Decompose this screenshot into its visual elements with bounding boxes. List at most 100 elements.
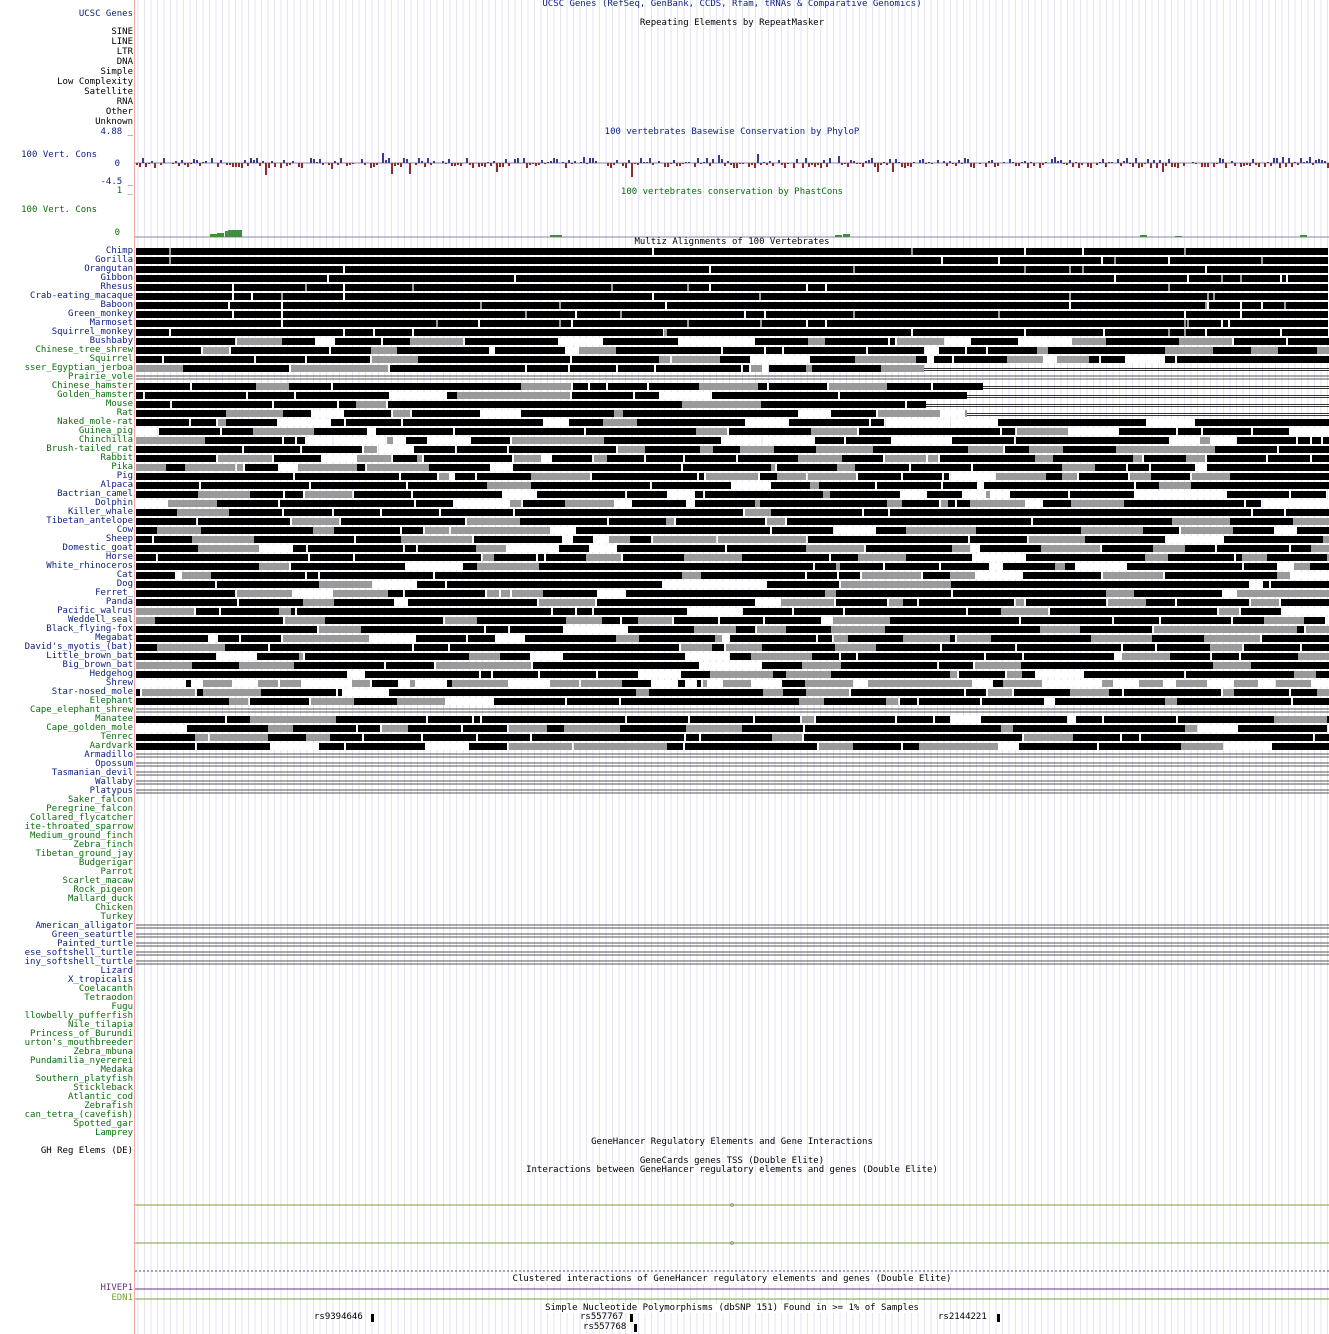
alignment-block [1301, 734, 1313, 741]
phylop-track-label[interactable]: 100 Vert. Cons [21, 151, 97, 160]
phylop-bar [262, 161, 264, 163]
alignment-block [1080, 680, 1102, 687]
alignment-block [825, 644, 835, 651]
genehancer-title[interactable]: GeneHancer Regulatory Elements and Gene … [591, 1138, 873, 1147]
phastcons-title[interactable]: 100 vertebrates conservation by PhastCon… [621, 188, 843, 197]
alignment-block [330, 734, 362, 741]
alignment-block [257, 500, 278, 507]
phastcons-track-label[interactable]: 100 Vert. Cons [21, 206, 97, 215]
phylop-bar [862, 163, 864, 167]
alignment-block [371, 347, 397, 354]
alignment-block [547, 725, 564, 732]
phylop-bar [1312, 163, 1314, 165]
alignment-block [499, 644, 549, 651]
snp-marker[interactable] [997, 1314, 1000, 1322]
alignment-block [136, 311, 1328, 318]
alignment-block [755, 599, 779, 606]
alignment-block [597, 590, 626, 597]
gene-label-edn1[interactable]: EDN1 [111, 1294, 133, 1303]
alignment-block [1294, 671, 1316, 678]
multiz-title[interactable]: Multiz Alignments of 100 Vertebrates [632, 238, 832, 247]
phylop-bar [1144, 163, 1146, 164]
species-label[interactable]: Lamprey [95, 1129, 133, 1138]
repeatmasker-title[interactable]: Repeating Elements by RepeatMasker [640, 19, 824, 28]
alignment-gap [281, 302, 283, 309]
alignment-block [541, 455, 550, 462]
alignment-block [314, 428, 367, 435]
phylop-bar [532, 163, 534, 164]
alignment-block [841, 662, 888, 669]
alignment-block [842, 455, 883, 462]
alignment-gap [343, 284, 345, 291]
snp-marker[interactable] [630, 1314, 633, 1322]
alignment-block [1130, 473, 1151, 480]
alignment-block [885, 626, 928, 633]
alignment-block [445, 698, 494, 705]
gene-label-hivep1[interactable]: HIVEP1 [100, 1284, 133, 1293]
alignment-block [136, 266, 1328, 273]
alignment-block [835, 527, 876, 534]
alignment-block [744, 464, 771, 471]
phylop-title[interactable]: 100 vertebrates Basewise Conservation by… [605, 128, 860, 137]
alignment-block [245, 464, 278, 471]
snp-label[interactable]: rs2144221 [938, 1313, 987, 1322]
alignment-block [455, 473, 475, 480]
alignment-block [1182, 563, 1187, 570]
alignment-block [864, 509, 888, 516]
clustered-interactions-title[interactable]: Clustered interactions of GeneHancer reg… [510, 1275, 954, 1284]
alignment-block [192, 383, 232, 390]
alignment-block [1177, 356, 1231, 363]
alignment-block [532, 653, 563, 660]
alignment-block [271, 662, 294, 669]
phylop-bar [529, 163, 531, 165]
track-data-area[interactable] [135, 0, 1329, 1334]
phylop-bar [694, 163, 696, 167]
alignment-block [926, 716, 933, 723]
snp-marker[interactable] [371, 1314, 374, 1322]
snp-marker[interactable] [634, 1324, 637, 1332]
alignment-block [709, 689, 763, 696]
alignment-block [1270, 464, 1329, 471]
alignment-block [1260, 356, 1316, 363]
alignment-block [463, 725, 467, 732]
genehancer-interactions-title[interactable]: Interactions between GeneHancer regulato… [526, 1166, 938, 1175]
alignment-block [455, 500, 510, 507]
snp-label[interactable]: rs557767 [580, 1313, 623, 1322]
alignment-block [923, 734, 949, 741]
phylop-bar [490, 163, 492, 166]
phylop-bar [697, 158, 699, 163]
phylop-bar [136, 163, 138, 165]
alignment-block [182, 572, 211, 579]
alignment-block [858, 473, 901, 480]
phylop-bar [238, 163, 240, 167]
genome-browser-image[interactable]: UCSC Genes SINE LINE LTR DNA Simple Low Compl… [0, 0, 1329, 1334]
alignment-gap [1069, 302, 1071, 309]
alignment-block [1277, 572, 1290, 579]
alignment-block [382, 725, 408, 732]
alignment-block [1040, 743, 1097, 750]
snp-label[interactable]: rs557768 [583, 1323, 626, 1332]
phylop-bar [1192, 162, 1194, 163]
phylop-bar [232, 163, 234, 167]
alignment-block [150, 356, 162, 363]
alignment-block [839, 518, 864, 525]
alignment-gap [1240, 311, 1242, 318]
alignment-block [356, 536, 394, 543]
alignment-block [136, 347, 173, 354]
alignment-gap [1082, 248, 1084, 255]
phylop-bar [607, 163, 609, 166]
ucsc-genes-title[interactable]: UCSC Genes (RefSeq, GenBank, CCDS, Rfam,… [542, 0, 921, 9]
genehancer-track-label[interactable]: GH Reg Elems (DE) [41, 1147, 133, 1156]
phylop-bar [733, 163, 735, 168]
alignment-block [318, 473, 364, 480]
snp-label[interactable]: rs9394646 [314, 1313, 363, 1322]
phylop-bar [1246, 163, 1248, 165]
alignment-block [310, 554, 353, 561]
alignment-block [952, 437, 1014, 444]
alignment-block [284, 437, 295, 444]
ucsc-genes-label[interactable]: UCSC Genes [79, 10, 133, 19]
alignment-block [253, 563, 259, 570]
alignment-block [818, 635, 832, 642]
alignment-block [254, 536, 292, 543]
alignment-block [620, 725, 637, 732]
